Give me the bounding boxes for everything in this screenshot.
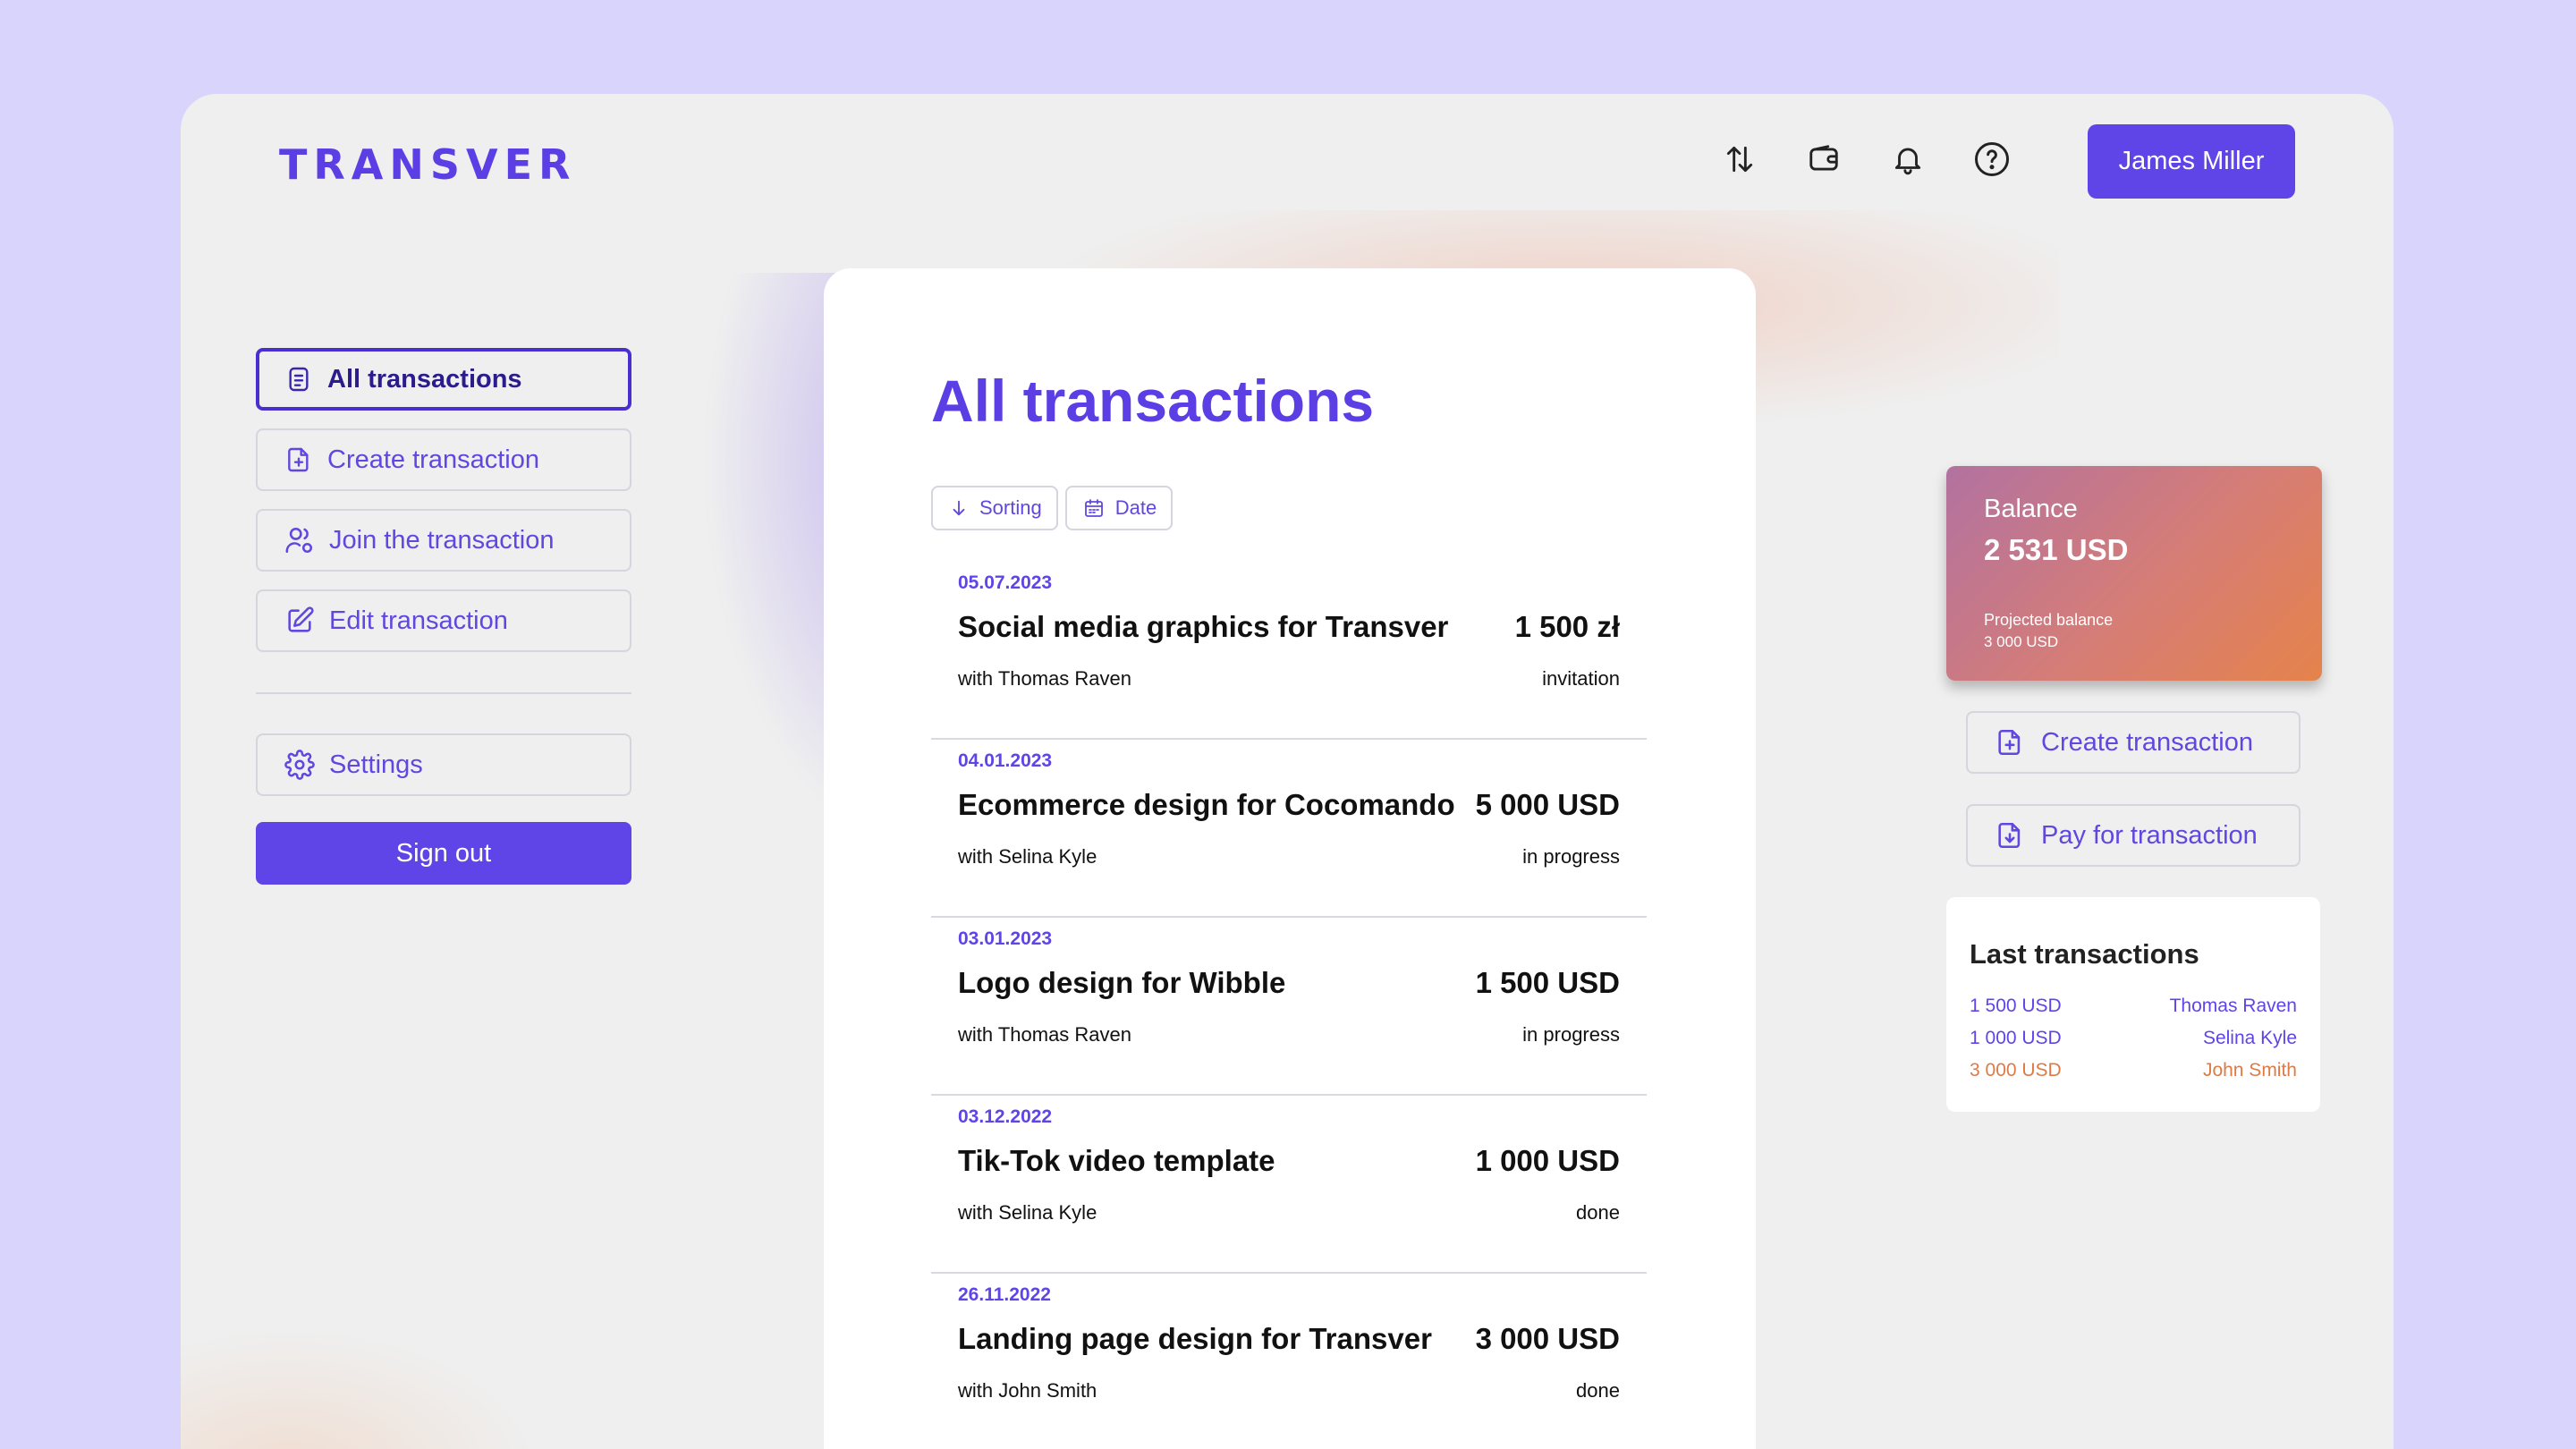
transaction-status: done: [1576, 1379, 1620, 1402]
calendar-icon: [1084, 499, 1103, 517]
app-window: TRANSVER James Miller All transactions C…: [181, 94, 2394, 1449]
transaction-status: in progress: [1522, 845, 1620, 868]
transaction-partner: with Selina Kyle: [958, 845, 1097, 868]
last-transaction-amount: 1 500 USD: [1970, 996, 2062, 1016]
sidebar-item-all-transactions[interactable]: All transactions: [256, 348, 631, 411]
transaction-date: 03.12.2022: [958, 1106, 1053, 1127]
date-filter[interactable]: Date: [1064, 486, 1174, 530]
create-transaction-button[interactable]: Create transaction: [1966, 711, 2301, 774]
transaction-amount: 5 000 USD: [1475, 788, 1620, 821]
transaction-date: 05.07.2023: [958, 572, 1053, 593]
balance-value: 2 531 USD: [1984, 533, 2129, 566]
projected-balance-value: 3 000 USD: [1984, 633, 2059, 650]
transaction-title: Social media graphics for Transver: [958, 610, 1449, 643]
logo[interactable]: TRANSVER: [279, 140, 576, 189]
pay-transaction-button[interactable]: Pay for transaction: [1966, 804, 2301, 867]
balance-label: Balance: [1984, 495, 2078, 523]
arrow-down-icon: [953, 500, 965, 516]
last-transaction-name: Selina Kyle: [2202, 1028, 2297, 1048]
bell-icon[interactable]: [1889, 140, 1927, 178]
sidebar-item-create-transaction[interactable]: Create transaction: [256, 428, 631, 491]
transaction-title: Landing page design for Transver: [958, 1322, 1432, 1355]
file-plus-icon: [1998, 729, 2021, 756]
help-icon[interactable]: [1973, 140, 2011, 178]
transaction-status: done: [1576, 1201, 1620, 1224]
gear-icon: [284, 750, 315, 780]
last-transaction-name: Thomas Raven: [2169, 996, 2297, 1016]
header-icons: [1721, 140, 2011, 178]
document-icon: [289, 367, 309, 392]
sidebar-item-label: Settings: [329, 750, 423, 779]
balance-card: Balance 2 531 USD Projected balance 3 00…: [1946, 466, 2322, 681]
sidebar-divider: [256, 692, 631, 694]
transaction-status: invitation: [1542, 667, 1620, 690]
transaction-row[interactable]: 05.07.2023 Social media graphics for Tra…: [931, 564, 1647, 740]
file-plus-icon: [288, 447, 309, 472]
page-title: All transactions: [931, 368, 1375, 434]
decor-glow: [181, 1328, 538, 1449]
sidebar-item-settings[interactable]: Settings: [256, 733, 631, 796]
file-download-icon: [1998, 822, 2021, 849]
transaction-partner: with Thomas Raven: [958, 1023, 1132, 1046]
sign-out-button[interactable]: Sign out: [256, 822, 631, 885]
sidebar-item-label: Join the transaction: [329, 525, 555, 555]
transaction-row[interactable]: 03.01.2023 Logo design for Wibble 1 500 …: [931, 919, 1647, 1096]
sorting-filter[interactable]: Sorting: [931, 486, 1058, 530]
last-transactions-card: Last transactions 1 500 USD Thomas Raven…: [1946, 897, 2320, 1112]
transaction-status: in progress: [1522, 1023, 1620, 1046]
sidebar-item-label: All transactions: [327, 364, 522, 394]
transaction-date: 04.01.2023: [958, 750, 1053, 771]
users-icon: [285, 527, 313, 554]
last-transactions-title: Last transactions: [1970, 938, 2199, 970]
filter-bar: Sorting Date: [931, 486, 1174, 530]
transaction-title: Ecommerce design for Cocomando: [958, 788, 1455, 821]
transaction-amount: 1 000 USD: [1475, 1144, 1620, 1177]
sidebar-item-label: Create transaction: [327, 445, 539, 474]
transaction-date: 03.01.2023: [958, 928, 1053, 949]
transaction-amount: 3 000 USD: [1475, 1322, 1620, 1355]
sorting-label: Sorting: [979, 496, 1042, 519]
transaction-partner: with Selina Kyle: [958, 1201, 1097, 1224]
transaction-row[interactable]: 26.11.2022 Landing page design for Trans…: [931, 1275, 1647, 1449]
wallet-icon[interactable]: [1805, 140, 1843, 178]
transaction-date: 26.11.2022: [958, 1284, 1051, 1305]
user-menu-button[interactable]: James Miller: [2088, 124, 2295, 199]
transactions-card: All transactions Sorting Date 05.07.2023…: [824, 268, 1756, 1449]
last-transaction-row[interactable]: 1 000 USD Selina Kyle: [1970, 1028, 2297, 1049]
date-label: Date: [1114, 496, 1157, 519]
edit-icon: [288, 606, 314, 632]
last-transaction-row[interactable]: 1 500 USD Thomas Raven: [1970, 996, 2297, 1017]
create-transaction-label: Create transaction: [2041, 727, 2253, 757]
transaction-amount: 1 500 USD: [1475, 966, 1620, 999]
last-transaction-name: John Smith: [2202, 1060, 2297, 1080]
sidebar-item-join-transaction[interactable]: Join the transaction: [256, 509, 631, 572]
transaction-amount: 1 500 zł: [1514, 610, 1620, 643]
last-transaction-amount: 3 000 USD: [1970, 1060, 2062, 1080]
transaction-row[interactable]: 03.12.2022 Tik-Tok video template 1 000 …: [931, 1097, 1647, 1274]
transaction-title: Logo design for Wibble: [958, 966, 1286, 999]
last-transaction-row[interactable]: 3 000 USD John Smith: [1970, 1060, 2297, 1081]
transaction-row[interactable]: 04.01.2023 Ecommerce design for Cocomand…: [931, 741, 1647, 918]
pay-transaction-label: Pay for transaction: [2041, 820, 2258, 850]
sidebar-item-label: Edit transaction: [329, 606, 508, 635]
projected-balance-label: Projected balance: [1984, 611, 2114, 629]
transfer-arrows-icon[interactable]: [1721, 140, 1758, 178]
transaction-title: Tik-Tok video template: [958, 1144, 1275, 1177]
last-transaction-amount: 1 000 USD: [1970, 1028, 2062, 1048]
sidebar-item-edit-transaction[interactable]: Edit transaction: [256, 589, 631, 652]
transaction-partner: with Thomas Raven: [958, 667, 1132, 690]
transaction-partner: with John Smith: [958, 1379, 1097, 1402]
transaction-list: 05.07.2023 Social media graphics for Tra…: [931, 564, 1647, 1449]
